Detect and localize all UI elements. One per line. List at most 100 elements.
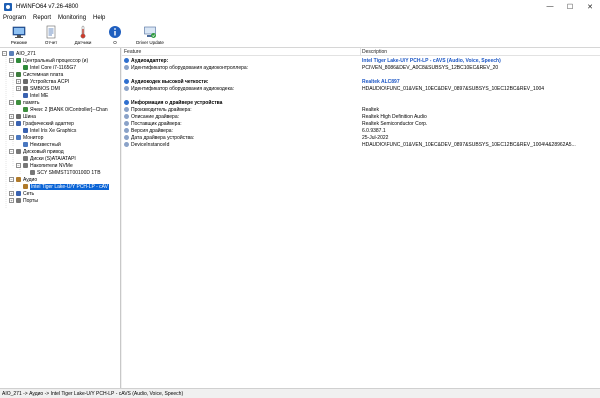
tree-item[interactable]: + Порты: [9, 197, 38, 204]
property-icon: [124, 121, 129, 126]
description-cell[interactable]: 25-Jul-2022: [362, 134, 388, 141]
maximize-button[interactable]: ☐: [560, 0, 580, 13]
minimize-button[interactable]: —: [540, 0, 560, 13]
feature-label: DeviceInstanceId: [131, 141, 170, 148]
collapse-toggle[interactable]: −: [9, 149, 14, 154]
sensors-button[interactable]: Датчики: [67, 23, 99, 47]
hwinfo-app-icon: [4, 2, 12, 11]
feature-cell[interactable]: Аудиоадаптер:: [124, 57, 168, 64]
tree-item[interactable]: Intel Iris Xe Graphics: [16, 127, 76, 134]
feature-cell[interactable]: Аудиокодек высокой четкости:: [124, 78, 208, 85]
description-cell[interactable]: Realtek ALC897: [362, 78, 400, 85]
tree-item[interactable]: − Дисковый привод: [9, 148, 64, 155]
device-category-icon: [23, 86, 28, 91]
description-cell[interactable]: PCI\VEN_8086&DEV_A0C8&SUBSYS_12BC10EC&RE…: [362, 64, 498, 71]
feature-cell[interactable]: DeviceInstanceId: [124, 141, 169, 148]
expand-toggle[interactable]: +: [9, 191, 14, 196]
description-cell[interactable]: HDAUDIO\FUNC_01&VEN_10EC&DEV_0897&SUBSYS…: [362, 141, 576, 148]
tree-item-label: Intel Tiger Lake-U/Y PCH-LP - cAV: [30, 183, 109, 190]
tree-item[interactable]: − Накопители NVMe: [16, 162, 73, 169]
feature-cell[interactable]: Идентификатор оборудования аудиокодека:: [124, 85, 234, 92]
close-button[interactable]: ✕: [580, 0, 600, 13]
tree-item[interactable]: Intel ME: [16, 92, 48, 99]
feature-cell[interactable]: Версия драйвера:: [124, 127, 173, 134]
column-header-feature[interactable]: Feature: [124, 48, 141, 55]
tree-item[interactable]: Диски (S)ATA/ATAPI: [16, 155, 76, 162]
menu-program[interactable]: Program: [3, 15, 26, 21]
collapse-toggle[interactable]: −: [9, 177, 14, 182]
menu-bar: Program Report Monitoring Help: [0, 13, 600, 23]
tree-item[interactable]: − Центральный процессор (и): [9, 57, 88, 64]
feature-label: Аудиокодек высокой четкости:: [131, 78, 209, 85]
device-category-icon: [23, 156, 28, 161]
tree-item-label: Монитор: [23, 134, 44, 141]
description-cell[interactable]: HDAUDIO\FUNC_01&VEN_10EC&DEV_0897&SUBSYS…: [362, 85, 544, 92]
tree-item-label: Ячеи: 2 [BANK 0/Controller]--Chan: [30, 106, 108, 113]
description-cell[interactable]: Realtek: [362, 106, 379, 113]
report-button[interactable]: Отчет: [35, 23, 67, 47]
tree-item[interactable]: − Монитор: [9, 134, 43, 141]
feature-cell[interactable]: Поставщик драйвера:: [124, 120, 182, 127]
tree-item[interactable]: SCY SMMST1T00100D 1TB: [23, 169, 101, 176]
driver-update-button[interactable]: Driver Update: [131, 23, 169, 47]
tree-item[interactable]: Intel Tiger Lake-U/Y PCH-LP - cAV: [16, 183, 109, 190]
tree-item-label: AIO_271: [16, 50, 36, 57]
collapse-toggle[interactable]: −: [2, 51, 7, 56]
tree-item[interactable]: Неизвестный: [16, 141, 61, 148]
feature-cell[interactable]: Идентификатор оборудования аудиоконтролл…: [124, 64, 248, 71]
tree-item-label: Порты: [23, 197, 38, 204]
collapse-toggle[interactable]: −: [9, 100, 14, 105]
property-icon: [124, 79, 129, 84]
tree-item[interactable]: − Графический адаптер: [9, 120, 74, 127]
device-category-icon: [16, 198, 21, 203]
collapse-toggle[interactable]: −: [9, 72, 14, 77]
tree-item[interactable]: − AIO_271: [2, 50, 36, 57]
tree-item[interactable]: Ячеи: 2 [BANK 0/Controller]--Chan: [16, 106, 108, 113]
feature-cell[interactable]: Описание драйвера:: [124, 113, 179, 120]
tree-item-label: Сеть: [23, 190, 35, 197]
tree-item[interactable]: + Сеть: [9, 190, 34, 197]
tree-item-label: Графический адаптер: [23, 120, 74, 127]
collapse-toggle[interactable]: −: [16, 163, 21, 168]
column-divider[interactable]: [360, 48, 361, 55]
collapse-toggle[interactable]: −: [9, 58, 14, 63]
tree-item[interactable]: − Аудио: [9, 176, 37, 183]
tree-item[interactable]: + Шина: [9, 113, 36, 120]
expand-toggle[interactable]: +: [16, 79, 21, 84]
column-header-description[interactable]: Description: [362, 48, 387, 55]
title-bar: HWiNFO64 v7.26-4800 — ☐ ✕: [0, 0, 600, 13]
toolbar: Резюме Отчет Датчики О Driver Update: [0, 23, 600, 48]
description-cell[interactable]: Realtek Semiconductor Corp.: [362, 120, 427, 127]
tree-item[interactable]: − память: [9, 99, 40, 106]
about-label: О: [113, 40, 117, 45]
driver-update-icon: [143, 25, 157, 39]
summary-monitor-icon: [12, 25, 26, 39]
expand-toggle[interactable]: +: [9, 114, 14, 119]
feature-cell[interactable]: Производитель драйвера:: [124, 106, 192, 113]
tree-item[interactable]: Intel Core i7-1165G7: [16, 64, 76, 71]
window-title: HWiNFO64 v7.26-4800: [16, 3, 79, 10]
device-category-icon: [23, 79, 28, 84]
device-category-icon: [16, 121, 21, 126]
device-category-icon: [23, 65, 28, 70]
menu-report[interactable]: Report: [33, 15, 51, 21]
menu-monitoring[interactable]: Monitoring: [58, 15, 86, 21]
tree-item[interactable]: + Устройства ACPI: [16, 78, 69, 85]
expand-toggle[interactable]: +: [9, 198, 14, 203]
feature-cell[interactable]: Информация о драйвере устройства: [124, 99, 222, 106]
tree-item[interactable]: + SMBIOS DMI: [16, 85, 60, 92]
about-button[interactable]: О: [99, 23, 131, 47]
expand-toggle[interactable]: +: [16, 86, 21, 91]
summary-button[interactable]: Резюме: [3, 23, 35, 47]
collapse-toggle[interactable]: −: [9, 135, 14, 140]
tree-item[interactable]: − Системная плата: [9, 71, 63, 78]
tree-item-label: Аудио: [23, 176, 38, 183]
menu-help[interactable]: Help: [93, 15, 105, 21]
feature-cell[interactable]: Дата драйвера устройства:: [124, 134, 194, 141]
description-cell[interactable]: Realtek High Definition Audio: [362, 113, 427, 120]
collapse-toggle[interactable]: −: [9, 121, 14, 126]
description-cell[interactable]: Intel Tiger Lake-U/Y PCH-LP - cAVS (Audi…: [362, 57, 501, 64]
description-cell[interactable]: 6.0.9387.1: [362, 127, 386, 134]
device-tree[interactable]: − AIO_271− Центральный процессор (и) Intel …: [0, 48, 121, 388]
device-category-icon: [16, 114, 21, 119]
